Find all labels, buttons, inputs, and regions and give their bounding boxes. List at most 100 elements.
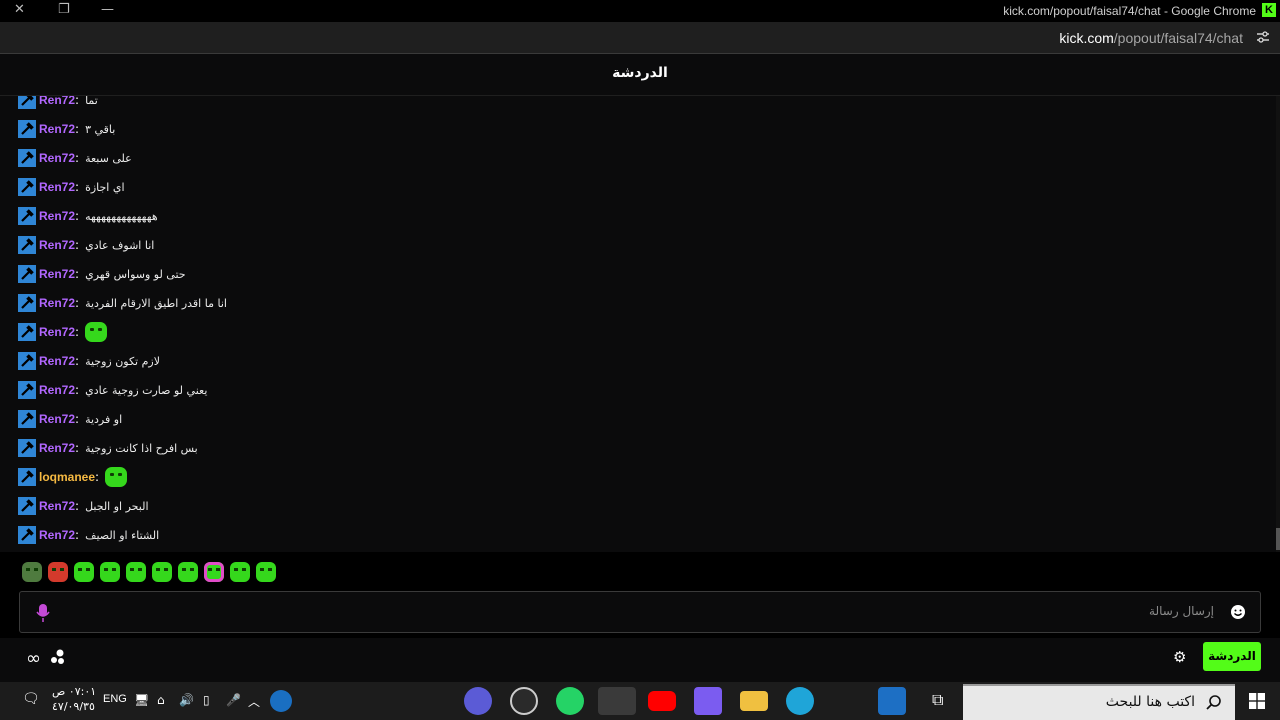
community-icon[interactable] [48, 648, 66, 666]
message-text: او فردية [85, 412, 123, 426]
message-username[interactable]: Ren72 [39, 122, 75, 136]
url-field[interactable]: kick.com/popout/faisal74/chat [1059, 30, 1243, 46]
clock[interactable]: ٠٧:٠١ ص ٤٧/٠٩/٣٥ [52, 684, 96, 714]
site-settings-icon[interactable] [1256, 30, 1270, 44]
chat-message[interactable]: Ren72: البحر او الجبل [18, 495, 149, 517]
message-text: بس افرح اذا كانت زوجية [85, 441, 198, 455]
message-username[interactable]: Ren72 [39, 238, 75, 252]
infinity-icon[interactable]: ∞ [26, 648, 41, 669]
whatsapp-app-icon[interactable] [556, 687, 584, 715]
message-username[interactable]: Ren72 [39, 96, 75, 107]
emote-icon[interactable] [22, 562, 42, 582]
chat-message[interactable]: Ren72: يعني لو صارت زوجية عادي [18, 379, 207, 401]
network-icon[interactable]: ⌂ [157, 693, 165, 707]
emoji-picker-icon[interactable] [1230, 604, 1246, 620]
chat-message[interactable]: Ren72: تما [18, 96, 98, 111]
display-icon[interactable]: 🖥 [134, 693, 149, 707]
emote-icon[interactable] [152, 562, 172, 582]
emote-icon[interactable] [85, 322, 108, 342]
message-username[interactable]: Ren72 [39, 354, 75, 368]
chat-message[interactable]: Ren72: انا اشوف عادي [18, 234, 154, 256]
message-username[interactable]: Ren72 [39, 499, 75, 513]
microphone-icon[interactable] [36, 603, 50, 623]
restore-window-button[interactable]: ❐ [58, 2, 70, 17]
message-separator: : [75, 151, 80, 165]
emote-icon[interactable] [204, 562, 224, 582]
moderator-badge-icon [18, 96, 36, 109]
message-text: الشتاء او الصيف [85, 528, 160, 542]
chat-message[interactable]: Ren72: على سبعة [18, 147, 132, 169]
moderator-badge-icon [18, 526, 36, 544]
chat-send-button[interactable]: الدردشة [1203, 642, 1261, 671]
youtube-app-icon[interactable] [648, 691, 676, 711]
message-username[interactable]: loqmanee [39, 470, 95, 484]
moderator-badge-icon [18, 323, 36, 341]
chat-message[interactable]: loqmanee: [18, 466, 128, 488]
scrollbar-track[interactable] [1276, 96, 1280, 552]
task-view-icon[interactable]: ⧉ [932, 690, 943, 710]
moderator-badge-icon [18, 410, 36, 428]
message-input[interactable]: إرسال رسالة [19, 591, 1261, 633]
chat-messages[interactable]: Ren72: تما Ren72: باقي ٣ Ren72: على سبعة Ren72… [0, 96, 1276, 552]
emote-icon[interactable] [74, 562, 94, 582]
emote-icon[interactable] [126, 562, 146, 582]
emote-icon[interactable] [256, 562, 276, 582]
chat-message[interactable]: Ren72: [18, 321, 108, 343]
message-username[interactable]: Ren72 [39, 296, 75, 310]
edge-app-icon[interactable] [786, 687, 814, 715]
taskbar-search[interactable]: اكتب هنا للبحث [963, 684, 1235, 720]
chat-message[interactable]: Ren72: اي اجازة [18, 176, 125, 198]
file-explorer-icon[interactable] [740, 691, 768, 711]
emote-icon[interactable] [178, 562, 198, 582]
volume-icon[interactable]: 🔊 [179, 693, 194, 707]
outlook-app-icon[interactable] [878, 687, 906, 715]
chrome-app-icon[interactable] [598, 687, 636, 715]
chat-message[interactable]: Ren72: حتى لو وسواس قهري [18, 263, 186, 285]
app-icon[interactable] [464, 687, 492, 715]
search-placeholder: اكتب هنا للبحث [1105, 694, 1195, 710]
message-username[interactable]: Ren72 [39, 180, 75, 194]
message-username[interactable]: Ren72 [39, 383, 75, 397]
chat-message[interactable]: Ren72: لازم تكون زوجية [18, 350, 160, 372]
chat-message[interactable]: Ren72: هههههههههههههه [18, 205, 158, 227]
message-username[interactable]: Ren72 [39, 151, 75, 165]
emote-icon[interactable] [105, 467, 128, 487]
message-username[interactable]: Ren72 [39, 441, 75, 455]
chat-title: الدردشة [612, 65, 668, 81]
mic-tray-icon[interactable]: 🎤 [226, 693, 241, 707]
notification-icon[interactable]: 🗨 [22, 691, 40, 707]
help-app-icon[interactable] [270, 690, 292, 712]
chat-message[interactable]: Ren72: الشتاء او الصيف [18, 524, 159, 546]
emote-icon[interactable] [48, 562, 68, 582]
close-window-button[interactable]: ✕ [14, 2, 25, 17]
clock-time: ٠٧:٠١ ص [52, 685, 97, 698]
message-username[interactable]: Ren72 [39, 325, 75, 339]
m365-app-icon[interactable] [694, 687, 722, 715]
message-username[interactable]: Ren72 [39, 528, 75, 542]
message-text: يعني لو صارت زوجية عادي [85, 383, 208, 397]
message-separator: : [75, 354, 80, 368]
chat-message[interactable]: Ren72: باقي ٣ [18, 118, 115, 140]
emote-icon[interactable] [230, 562, 250, 582]
windows-start-icon[interactable] [1249, 693, 1265, 709]
chat-message[interactable]: Ren72: او فردية [18, 408, 122, 430]
chat-message[interactable]: Ren72: انا ما اقدر اطيق الارقام الفردية [18, 292, 227, 314]
message-username[interactable]: Ren72 [39, 209, 75, 223]
moderator-badge-icon [18, 120, 36, 138]
scrollbar-thumb[interactable] [1276, 528, 1280, 550]
settings-gear-icon[interactable]: ⚙ [1173, 648, 1186, 666]
message-username[interactable]: Ren72 [39, 267, 75, 281]
emote-icon[interactable] [100, 562, 120, 582]
message-username[interactable]: Ren72 [39, 412, 75, 426]
message-separator: : [75, 209, 80, 223]
chevron-up-icon[interactable]: ︿ [248, 693, 260, 710]
language-indicator[interactable]: ENG [103, 693, 127, 705]
battery-icon[interactable]: ▯ [203, 693, 210, 707]
moderator-badge-icon [18, 381, 36, 399]
minimize-window-button[interactable]: — [101, 2, 114, 17]
chat-message[interactable]: Ren72: بس افرح اذا كانت زوجية [18, 437, 198, 459]
chat-header: الدردشة [0, 54, 1280, 96]
moderator-badge-icon [18, 207, 36, 225]
message-separator: : [75, 180, 80, 194]
obs-app-icon[interactable] [510, 687, 538, 715]
